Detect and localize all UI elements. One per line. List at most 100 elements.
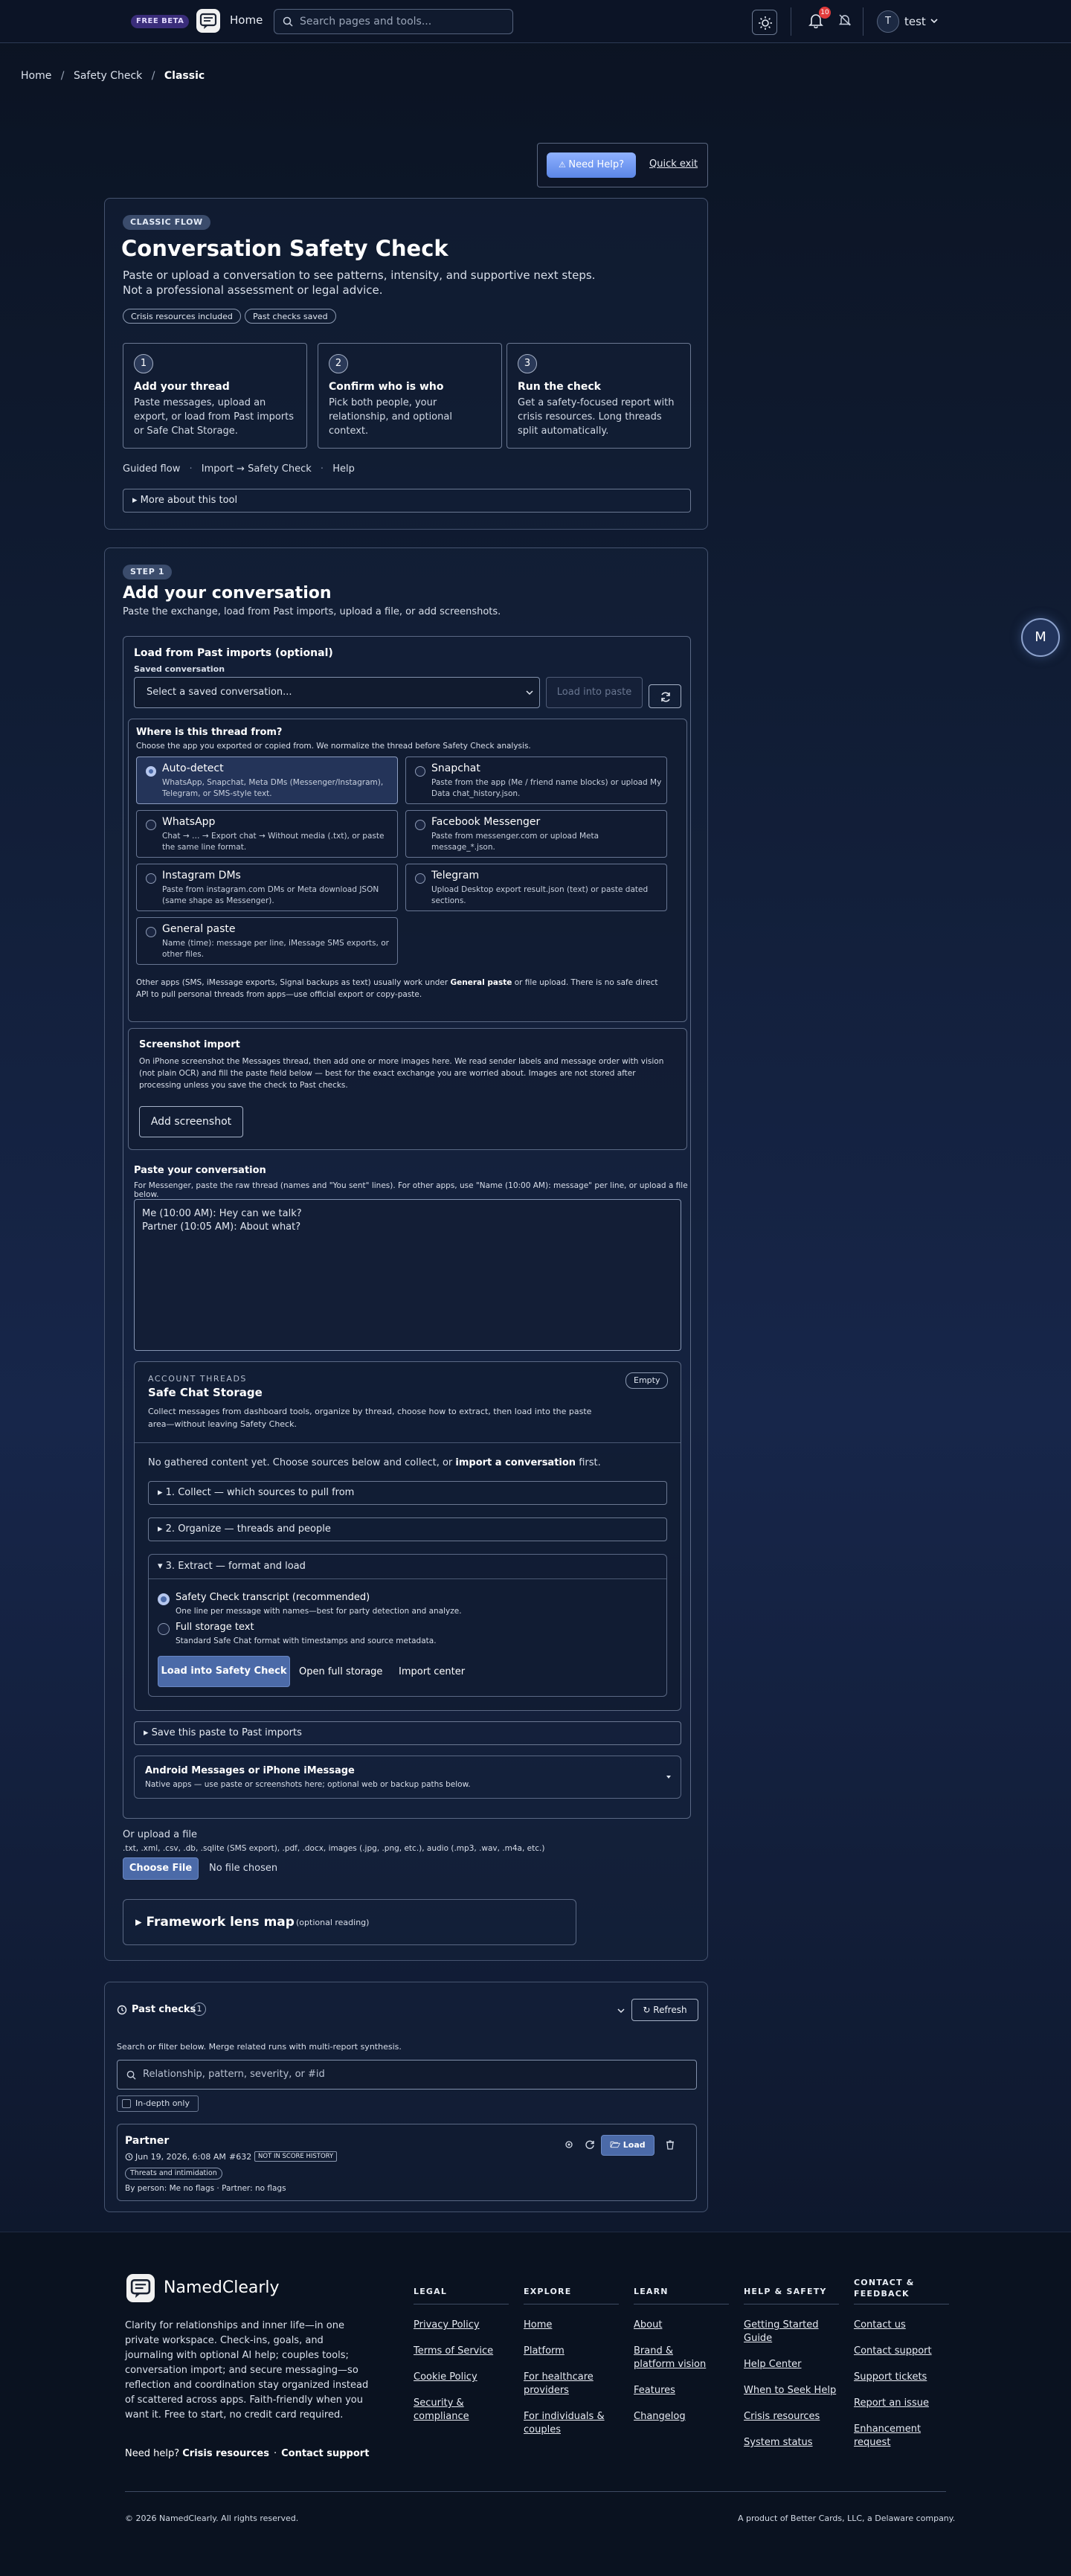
framework-note: (optional reading) <box>296 1918 370 1927</box>
step1-title: Add your conversation <box>123 584 332 603</box>
saved-conversation-select[interactable]: Select a saved conversation... <box>134 677 540 708</box>
collect-section-toggle[interactable]: ▸ 1. Collect — which sources to pull fro… <box>148 1481 667 1505</box>
help-panel: ⚠ Need Help? Quick exit <box>537 143 708 187</box>
import-center-link[interactable]: Import center <box>399 1666 465 1677</box>
footer-link[interactable]: Home <box>524 2319 620 2332</box>
radio-full-storage[interactable] <box>158 1623 170 1635</box>
footer-link[interactable]: Cookie Policy <box>414 2371 510 2384</box>
conversation-textarea[interactable]: Me (10:00 AM): Hey can we talk? Partner … <box>134 1199 681 1351</box>
refresh-button[interactable]: ↻ Refresh <box>631 1999 698 2021</box>
footer-link[interactable]: When to Seek Help <box>744 2384 840 2397</box>
home-link[interactable]: Home <box>230 13 263 27</box>
option-desc: Paste from instagram.com DMs or Meta dow… <box>162 885 379 905</box>
footer-link[interactable]: Contact us <box>854 2319 951 2332</box>
crisis-resources-link[interactable]: Crisis resources <box>182 2448 269 2459</box>
load-check-button[interactable]: 🗁 Load <box>601 2135 654 2156</box>
past-checks-search[interactable]: Relationship, pattern, severity, or #id <box>117 2060 697 2090</box>
help-text: Need help? <box>125 2448 183 2459</box>
open-full-storage-link[interactable]: Open full storage <box>299 1666 382 1677</box>
framework-lens-map[interactable]: ▸ Framework lens map (optional reading) <box>123 1899 576 1945</box>
load-into-safety-check-button[interactable]: Load into Safety Check <box>158 1656 290 1687</box>
breadcrumb-safety-check[interactable]: Safety Check <box>74 70 142 82</box>
radio-transcript[interactable] <box>158 1593 170 1605</box>
chevron-down-icon[interactable] <box>617 2006 625 2015</box>
footer-link[interactable]: Support tickets <box>854 2371 951 2384</box>
option-desc: Paste from messenger.com or upload Meta … <box>431 832 599 852</box>
theme-toggle-button[interactable] <box>752 10 777 35</box>
avatar[interactable]: T <box>877 10 899 33</box>
empty-text: first. <box>576 1457 601 1468</box>
footer-link[interactable]: Report an issue <box>854 2397 951 2410</box>
source-whatsapp[interactable]: WhatsApp Chat → … → Export chat → Withou… <box>136 810 398 858</box>
option-title: Facebook Messenger <box>431 816 541 828</box>
footer-link[interactable]: Security & compliance <box>414 2397 495 2424</box>
footer-link[interactable]: Getting Started Guide <box>744 2319 826 2345</box>
footer-link[interactable]: Platform <box>524 2345 620 2358</box>
refresh-saved-button[interactable] <box>649 684 681 708</box>
chevron-down-icon <box>526 689 533 696</box>
rerun-icon[interactable] <box>585 2139 595 2150</box>
footer-link[interactable]: Brand & platform vision <box>634 2345 715 2371</box>
footer-link[interactable]: Enhancement request <box>854 2423 928 2450</box>
option-desc: Name (time): message per line, iMessage … <box>162 939 389 959</box>
footer-link[interactable]: Terms of Service <box>414 2345 510 2358</box>
source-telegram[interactable]: Telegram Upload Desktop export result.js… <box>405 864 667 911</box>
option-title: Auto-detect <box>162 762 224 774</box>
search-icon <box>283 16 293 27</box>
option-full-desc: Standard Safe Chat format with timestamp… <box>176 1637 437 1645</box>
footer-link[interactable]: For individuals & couples <box>524 2410 613 2437</box>
footer-link[interactable]: Changelog <box>634 2410 730 2424</box>
footer-heading-help: HELP & SAFETY <box>744 2287 827 2296</box>
footer-link[interactable]: Features <box>634 2384 730 2397</box>
bell-off-icon[interactable] <box>838 13 852 27</box>
chevron-down-icon[interactable] <box>930 16 939 25</box>
load-into-paste-button[interactable]: Load into paste <box>546 677 643 708</box>
source-desc: Choose the app you exported or copied fr… <box>136 742 531 751</box>
step-number: 2 <box>329 354 348 373</box>
source-general-paste[interactable]: General paste Name (time): message per l… <box>136 917 398 965</box>
footer-link[interactable]: Contact support <box>854 2345 951 2358</box>
footer-link[interactable]: Help Center <box>744 2358 840 2371</box>
search-input[interactable]: Search pages and tools... <box>274 9 513 34</box>
breadcrumb-home[interactable]: Home <box>21 70 51 82</box>
import-conversation-link[interactable]: import a conversation <box>455 1457 576 1468</box>
in-depth-filter[interactable]: In-depth only <box>117 2095 199 2112</box>
chevron-down-icon <box>666 1774 672 1780</box>
android-iphone-panel[interactable]: Android Messages or iPhone iMessage Nati… <box>134 1756 681 1799</box>
save-paste-toggle[interactable]: ▸ Save this paste to Past imports <box>134 1721 681 1745</box>
page-title: Conversation Safety Check <box>121 236 448 261</box>
choose-file-button[interactable]: Choose File <box>123 1857 199 1880</box>
add-screenshot-button[interactable]: Add screenshot <box>139 1106 243 1137</box>
import-safety-link[interactable]: Import → Safety Check <box>202 463 312 475</box>
help-link[interactable]: Help <box>332 463 355 475</box>
contact-support-link[interactable]: Contact support <box>281 2448 369 2459</box>
trash-icon[interactable] <box>665 2139 675 2150</box>
need-help-button[interactable]: ⚠ Need Help? <box>547 152 636 178</box>
source-instagram[interactable]: Instagram DMs Paste from instagram.com D… <box>136 864 398 911</box>
quick-exit-link[interactable]: Quick exit <box>649 158 698 170</box>
step-desc: Get a safety-focused report with crisis … <box>518 397 675 437</box>
source-snapchat[interactable]: Snapchat Paste from the app (Me / friend… <box>405 757 667 804</box>
radio-dot <box>146 766 156 777</box>
source-facebook-messenger[interactable]: Facebook Messenger Paste from messenger.… <box>405 810 667 858</box>
checkbox[interactable] <box>122 2099 131 2108</box>
guided-flow-link[interactable]: Guided flow <box>123 463 180 475</box>
user-menu[interactable]: test <box>904 15 926 28</box>
more-about-toggle[interactable]: ▸ More about this tool <box>123 489 691 513</box>
source-title: Where is this thread from? <box>136 727 283 738</box>
intro-card: CLASSIC FLOW Conversation Safety Check P… <box>104 198 708 530</box>
source-auto-detect[interactable]: Auto-detect WhatsApp, Snapchat, Meta DMs… <box>136 757 398 804</box>
upload-formats: .txt, .xml, .csv, .db, .sqlite (SMS expo… <box>123 1844 545 1853</box>
extract-section-toggle[interactable]: ▾ 3. Extract — format and load <box>158 1561 306 1572</box>
eye-off-icon[interactable] <box>564 2139 574 2150</box>
app-logo[interactable] <box>196 9 220 33</box>
footer-link[interactable]: About <box>634 2319 730 2332</box>
radio-dot <box>415 820 425 830</box>
organize-section-toggle[interactable]: ▸ 2. Organize — threads and people <box>148 1517 667 1541</box>
floating-assistant-button[interactable]: M <box>1021 618 1060 657</box>
footer-link[interactable]: Crisis resources <box>744 2410 840 2424</box>
breadcrumb: Home / Safety Check / Classic <box>21 70 205 82</box>
footer-link[interactable]: For healthcare providers <box>524 2371 605 2397</box>
footer-link[interactable]: System status <box>744 2436 840 2450</box>
footer-link[interactable]: Privacy Policy <box>414 2319 510 2332</box>
